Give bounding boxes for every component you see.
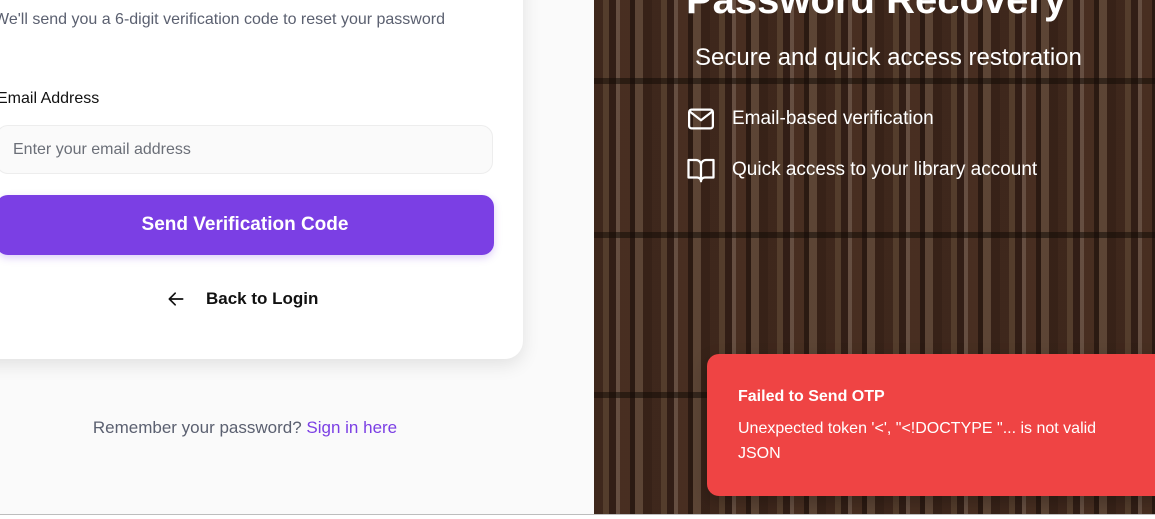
- mail-icon: [688, 108, 714, 130]
- remember-label: Remember your password?: [92, 418, 302, 437]
- book-open-icon: [687, 158, 715, 183]
- arrow-left-icon: [168, 292, 184, 306]
- shelf-divider: [594, 78, 1155, 84]
- send-verification-code-button[interactable]: Send Verification Code: [0, 195, 494, 255]
- email-label: Email Address: [0, 90, 100, 107]
- hero-title: Password Recovery: [686, 0, 1067, 22]
- sign-in-link[interactable]: Sign in here: [306, 418, 397, 437]
- feature-label: Email-based verification: [732, 108, 934, 129]
- back-to-login-link[interactable]: Back to Login: [166, 289, 318, 309]
- feature-label: Quick access to your library account: [732, 159, 1038, 180]
- card-body: We'll send you a 6-digit verification co…: [0, 0, 523, 359]
- hero-subtitle: Secure and quick access restoration: [695, 44, 1082, 71]
- back-to-login-label: Back to Login: [206, 289, 319, 308]
- shelf-divider: [594, 232, 1155, 238]
- window-bottom-edge: [0, 514, 1155, 519]
- toast-title: Failed to Send OTP: [738, 388, 885, 405]
- remember-password-text: Remember your password? Sign in here: [0, 418, 490, 438]
- email-field[interactable]: [0, 125, 493, 174]
- feature-item: Quick access to your library account: [686, 155, 1037, 185]
- feature-item: Email-based verification: [686, 104, 934, 134]
- recovery-description: We'll send you a 6-digit verification co…: [0, 11, 445, 28]
- error-toast[interactable]: Failed to Send OTP Unexpected token '<',…: [707, 354, 1155, 496]
- auth-panel: We'll send you a 6-digit verification co…: [0, 0, 594, 514]
- recovery-card: We'll send you a 6-digit verification co…: [0, 0, 523, 359]
- toast-message: Unexpected token '<', "<!DOCTYPE "... is…: [738, 420, 1097, 462]
